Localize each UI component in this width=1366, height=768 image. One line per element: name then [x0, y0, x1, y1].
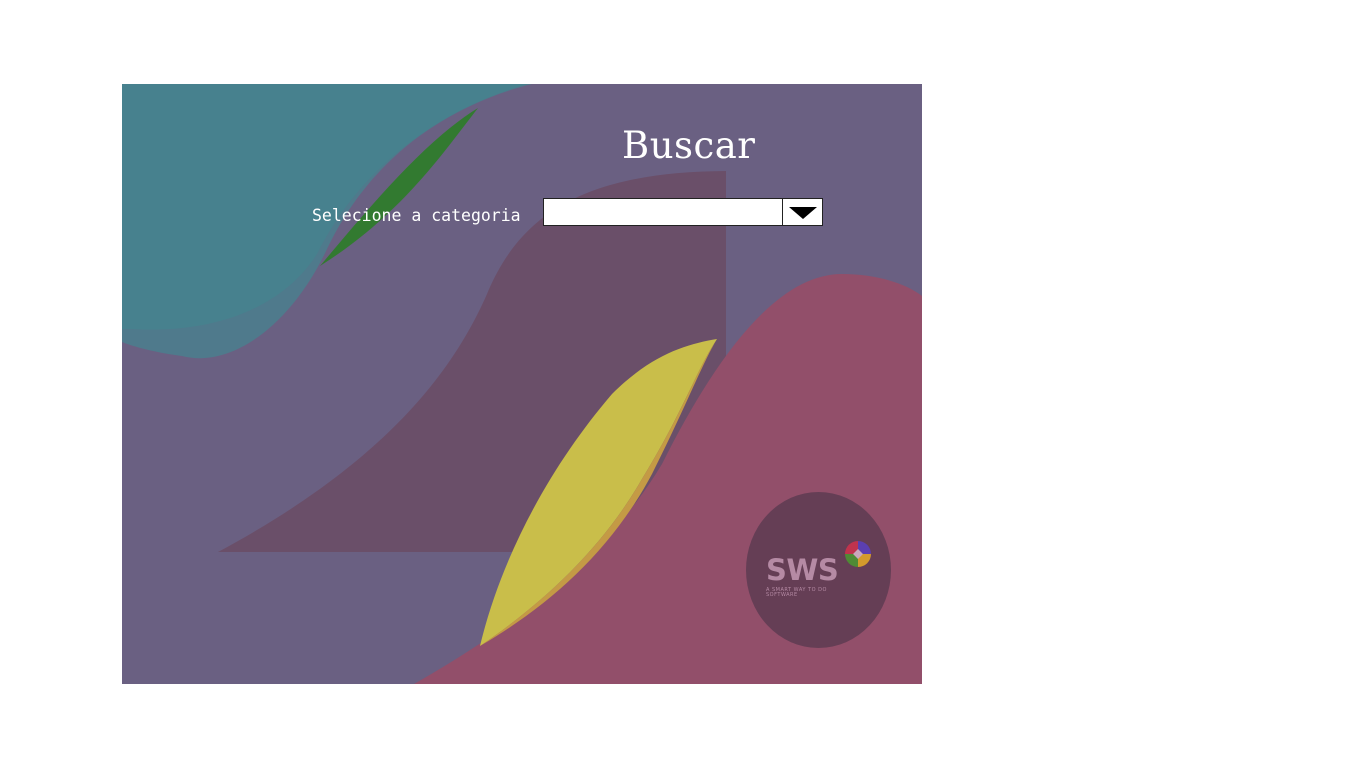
- logo-text: SWS: [766, 553, 839, 587]
- sws-logo: SWS A SMART WAY TO DO SOFTWARE: [746, 492, 891, 648]
- four-color-circle-icon: [845, 541, 871, 567]
- dropdown-button[interactable]: [782, 198, 823, 226]
- search-panel: Buscar Selecione a categoria SWS A SMART…: [122, 84, 922, 684]
- triangle-down-icon: [789, 207, 817, 219]
- category-select[interactable]: [543, 198, 823, 226]
- page-title: Buscar: [622, 124, 756, 167]
- category-label: Selecione a categoria: [312, 206, 521, 225]
- logo-tagline: A SMART WAY TO DO SOFTWARE: [766, 587, 827, 598]
